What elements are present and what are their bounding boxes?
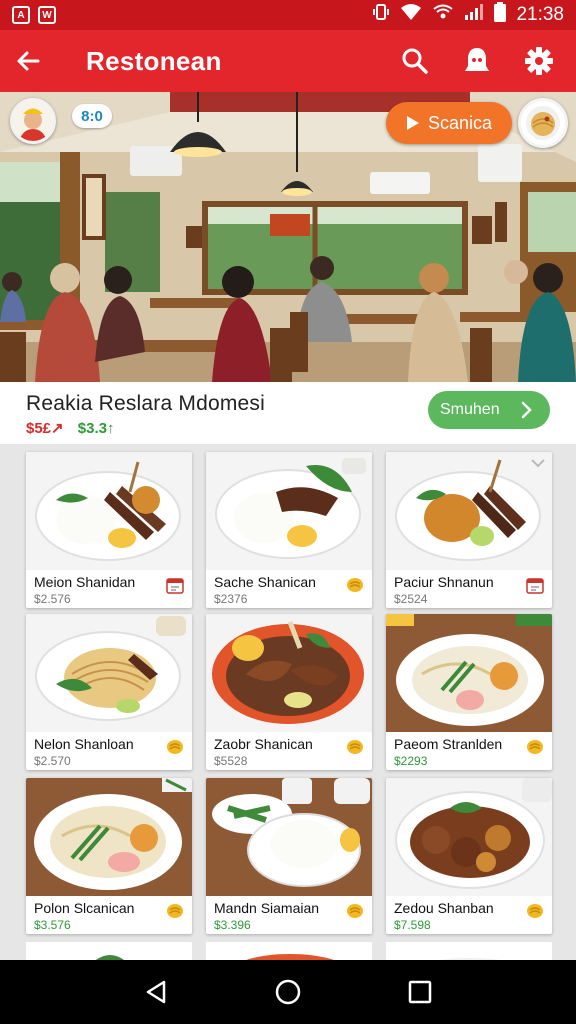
- menu-item-price: $3.576: [34, 918, 71, 932]
- menu-item-name: Mandn Siamaian: [214, 900, 320, 916]
- menu-item-name: Zedou Shanban: [394, 900, 494, 916]
- menu-item-price: $7.598: [394, 918, 431, 932]
- dish-photo-partial: [386, 942, 552, 960]
- menu-item-name: Paciur Shnanun: [394, 574, 494, 590]
- signal-icon: [464, 3, 484, 27]
- vibrate-icon: [372, 3, 390, 27]
- dish-photo: [206, 614, 372, 732]
- receipt-icon[interactable]: [526, 576, 544, 594]
- chef-avatar[interactable]: [10, 98, 56, 144]
- wifi-icon: [400, 3, 422, 27]
- coin-icon[interactable]: [346, 738, 364, 756]
- nav-recents-button[interactable]: [400, 972, 440, 1012]
- noodle-dish-icon: [521, 101, 565, 145]
- dish-photo: [386, 452, 552, 570]
- dish-photo: [26, 778, 192, 896]
- page-title: Restonean: [86, 45, 222, 76]
- receipt-icon[interactable]: [166, 576, 184, 594]
- scan-button[interactable]: Scanica: [386, 102, 512, 144]
- featured-dish-thumbnail[interactable]: [518, 98, 568, 148]
- coin-icon[interactable]: [526, 738, 544, 756]
- clock: 21:38: [516, 4, 564, 25]
- menu-item-card[interactable]: Paeom Stranlden $2293: [386, 614, 552, 770]
- menu-item-card[interactable]: Zaobr Shanican $5528: [206, 614, 372, 770]
- back-button[interactable]: [0, 30, 56, 92]
- menu-item-price: $2524: [394, 592, 428, 606]
- price-new: $3.3↑: [77, 420, 115, 437]
- submit-order-button[interactable]: Smuhen: [428, 391, 550, 429]
- dish-photo: [26, 614, 192, 732]
- menu-item-card[interactable]: Zedou Shanban $7.598: [386, 778, 552, 934]
- restaurant-prices: $5£↗ $3.3↑: [26, 419, 114, 437]
- notification-app-icon-2: W: [38, 6, 56, 24]
- coin-icon[interactable]: [346, 576, 364, 594]
- coin-icon[interactable]: [166, 902, 184, 920]
- restaurant-name: Reakia Reslara Mdomesi: [26, 392, 265, 415]
- dish-photo: [206, 452, 372, 570]
- wifi-calling-icon: [432, 3, 454, 27]
- dish-photo-partial: [26, 942, 192, 960]
- menu-item-name: Sache Shanican: [214, 574, 316, 590]
- scan-label: Scanica: [427, 112, 493, 133]
- restaurant-info: Reakia Reslara Mdomesi $5£↗ $3.3↑ Smuhen: [0, 382, 576, 444]
- circle-home-icon: [275, 979, 301, 1005]
- play-icon: [406, 116, 419, 130]
- menu-item-price: $2293: [394, 754, 428, 768]
- rating-badge: 8:0: [72, 104, 112, 128]
- coin-icon[interactable]: [166, 738, 184, 756]
- nav-home-button[interactable]: [268, 972, 308, 1012]
- app-screen: A W 21:38 Restonean 8:0 Scanica Reakia R…: [0, 0, 576, 1024]
- menu-item-card[interactable]: Sache Shanican $2376: [206, 452, 372, 608]
- dish-photo-partial: [206, 942, 372, 960]
- status-bar: A W 21:38: [0, 0, 576, 30]
- triangle-back-icon: [146, 980, 166, 1004]
- menu-item-price: $5528: [214, 754, 248, 768]
- menu-item-name: Zaobr Shanican: [214, 736, 313, 752]
- chevron-right-icon: [521, 401, 532, 419]
- bell-icon: [465, 48, 489, 71]
- settings-button[interactable]: [524, 46, 554, 76]
- notification-app-icon: A: [12, 6, 30, 24]
- dish-photo: [386, 614, 552, 732]
- dish-photo: [206, 778, 372, 896]
- price-old: $5£↗: [26, 420, 64, 437]
- gear-icon: [525, 47, 553, 75]
- battery-icon: [494, 2, 507, 28]
- menu-item-price: $2.576: [34, 592, 71, 606]
- dish-photo: [26, 452, 192, 570]
- menu-item-card[interactable]: Mandn Siamaian $3.396: [206, 778, 372, 934]
- menu-item-price: $2.570: [34, 754, 71, 768]
- square-recents-icon: [408, 980, 432, 1004]
- restaurant-hero-image: 8:0 Scanica: [0, 92, 576, 382]
- chef-avatar-icon: [13, 101, 53, 141]
- menu-item-name: Paeom Stranlden: [394, 736, 503, 752]
- dish-photo: [386, 778, 552, 896]
- menu-item-card[interactable]: Paciur Shnanun $2524: [386, 452, 552, 608]
- menu-item-card[interactable]: Meion Shanidan $2.576: [26, 452, 192, 608]
- menu-item-price: $2376: [214, 592, 248, 606]
- menu-item-name: Meion Shanidan: [34, 574, 136, 590]
- coin-icon[interactable]: [526, 902, 544, 920]
- menu-grid: Meion Shanidan $2.576 Sache Shanican $23…: [0, 444, 576, 960]
- menu-item-name: Nelon Shanloan: [34, 736, 134, 752]
- menu-item-card[interactable]: Polon Slcanican $3.576: [26, 778, 192, 934]
- search-button[interactable]: [400, 46, 430, 76]
- nav-back-button[interactable]: [136, 972, 176, 1012]
- menu-item-card[interactable]: Nelon Shanloan $2.570: [26, 614, 192, 770]
- search-icon: [402, 48, 428, 74]
- back-arrow-icon: [17, 51, 40, 71]
- coin-icon[interactable]: [346, 902, 364, 920]
- system-nav-bar: [0, 960, 576, 1024]
- menu-item-price: $3.396: [214, 918, 251, 932]
- menu-item-name: Polon Slcanican: [34, 900, 135, 916]
- app-bar: Restonean: [0, 30, 576, 92]
- notifications-button[interactable]: [462, 46, 492, 76]
- submit-order-label: Smuhen: [440, 401, 500, 418]
